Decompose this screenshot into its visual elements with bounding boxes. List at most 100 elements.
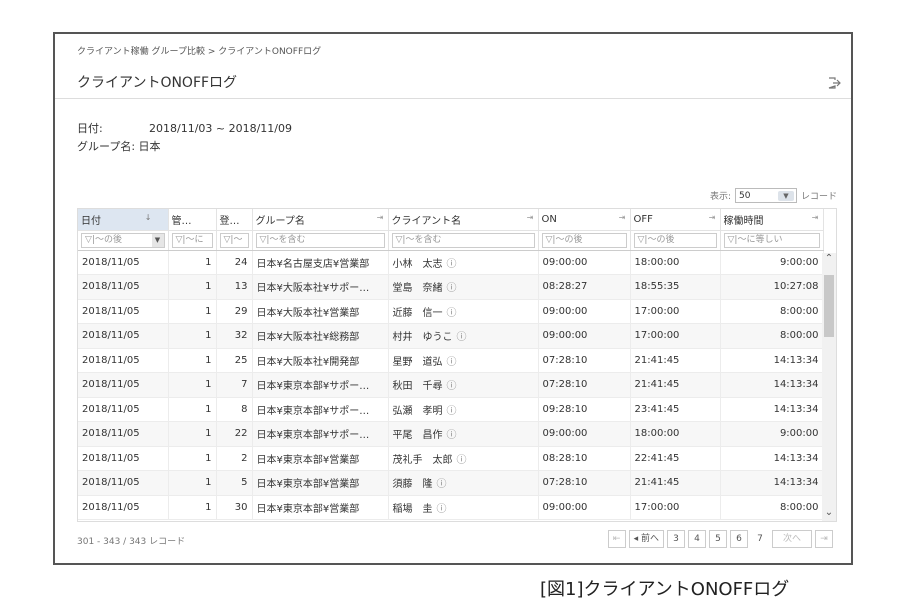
info-icon[interactable]: ⓘ — [447, 283, 457, 294]
column-header[interactable]: グループ名 ⇥ — [252, 209, 389, 231]
next-page-button[interactable]: 次へ — [772, 530, 812, 548]
cell-value: 日本¥東京本部¥営業部 — [256, 454, 360, 466]
column-filter-input[interactable]: ▽|〜の後 — [541, 232, 627, 248]
page-number-button[interactable]: 4 — [688, 530, 706, 548]
vertical-scrollbar[interactable]: ⌃ ⌄ — [822, 253, 836, 521]
column-filter-input[interactable]: ▽|〜に — [171, 232, 213, 248]
info-icon[interactable]: ⓘ — [447, 430, 457, 441]
cell-value: 2018/11/05 — [82, 379, 140, 391]
table-cell: 星野 道弘 ⓘ — [388, 348, 539, 373]
column-header[interactable]: 日付 ↓ — [78, 209, 169, 231]
page-number-button[interactable]: 7 — [751, 530, 769, 548]
table-cell: 9:00:00 — [720, 421, 824, 447]
table-cell: 8:00:00 — [720, 299, 824, 324]
table-row[interactable]: 2018/11/05 1 24 日本¥名古屋支店¥営業部 小林 太志 ⓘ 09:00:00 1… — [78, 250, 824, 275]
page-size-value: 50 — [738, 190, 751, 201]
table-cell: 30 — [216, 495, 253, 520]
column-filter-input[interactable]: ▽|〜の後 ▼ — [81, 232, 165, 248]
pin-icon[interactable]: ⇥ — [812, 213, 819, 222]
table-cell: 21:41:45 — [630, 470, 721, 496]
page-size-unit: レコード — [800, 192, 837, 202]
cell-value: 2018/11/05 — [82, 281, 140, 293]
cell-value: 2018/11/05 — [82, 354, 140, 366]
column-filter-cell: ▽|〜に — [168, 230, 217, 251]
info-icon[interactable]: ⓘ — [457, 332, 467, 343]
column-header[interactable]: 登… — [216, 209, 253, 231]
table-cell: 18:00:00 — [630, 250, 721, 275]
column-filter-input[interactable]: ▽|〜の後 — [633, 232, 717, 248]
filter-placeholder: ▽|〜に等しい — [727, 234, 783, 245]
table-cell: 14:13:34 — [720, 348, 824, 373]
cell-value: 09:00:00 — [542, 501, 588, 513]
prev-page-button[interactable]: ◂ 前へ — [628, 530, 664, 548]
table-row[interactable]: 2018/11/05 1 2 日本¥東京本部¥営業部 茂礼手 太郎 ⓘ 08:28:10 22… — [78, 446, 824, 471]
cell-value: 日本¥大阪本社¥総務部 — [256, 332, 360, 344]
column-filter-input[interactable]: ▽|〜を含む — [255, 232, 385, 248]
table-row[interactable]: 2018/11/05 1 25 日本¥大阪本社¥開発部 星野 道弘 ⓘ 07:28:10 21… — [78, 348, 824, 373]
column-header[interactable]: ON ⇥ — [538, 209, 631, 231]
cell-value: 13 — [234, 281, 248, 293]
app-window: クライアント稼働 グループ比較 > クライアントONOFFログ クライアントON… — [53, 32, 853, 565]
column-filter-input[interactable]: ▽|〜を含む — [391, 232, 535, 248]
scroll-thumb[interactable] — [824, 275, 834, 337]
info-icon[interactable]: ⓘ — [437, 504, 447, 515]
column-header[interactable]: クライアント名 ⇥ — [388, 209, 539, 231]
table-cell: 2018/11/05 — [78, 372, 169, 398]
cell-value: 09:00:00 — [542, 330, 588, 342]
column-header-label: ON — [541, 213, 557, 225]
info-icon[interactable]: ⓘ — [447, 259, 457, 270]
exit-icon[interactable] — [827, 76, 841, 90]
table-cell: 須藤 隆 ⓘ — [388, 470, 539, 496]
column-filter-input[interactable]: ▽|〜 — [219, 232, 249, 248]
column-filter-input[interactable]: ▽|〜に等しい — [723, 232, 820, 248]
cell-value: 18:00:00 — [634, 428, 680, 440]
column-header[interactable]: 稼働時間 ⇥ — [720, 209, 824, 231]
cell-value: 14:13:34 — [773, 354, 819, 366]
pin-icon[interactable]: ⇥ — [527, 213, 534, 222]
table-row[interactable]: 2018/11/05 1 5 日本¥東京本部¥営業部 須藤 隆 ⓘ 07:28:10 21:4… — [78, 470, 824, 496]
cell-value: 星野 道弘 — [392, 356, 443, 368]
page-number-button[interactable]: 6 — [730, 530, 748, 548]
info-icon[interactable]: ⓘ — [447, 357, 457, 368]
table-row[interactable]: 2018/11/05 1 7 日本¥東京本部¥サポー… 秋田 千尋 ⓘ 07:28:10 21… — [78, 372, 824, 398]
table-cell: 秋田 千尋 ⓘ — [388, 372, 539, 398]
table-cell: 堂島 奈緒 ⓘ — [388, 274, 539, 300]
breadcrumb[interactable]: クライアント稼働 グループ比較 > クライアントONOFFログ — [77, 44, 321, 57]
info-icon[interactable]: ⓘ — [437, 479, 447, 490]
table-cell: 8:00:00 — [720, 323, 824, 349]
chevron-down-icon[interactable]: ▼ — [151, 233, 164, 247]
table-row[interactable]: 2018/11/05 1 8 日本¥東京本部¥サポー… 弘瀬 孝明 ⓘ 09:28:10 23… — [78, 397, 824, 422]
table-row[interactable]: 2018/11/05 1 13 日本¥大阪本社¥サポー… 堂島 奈緒 ⓘ 08:28:27 1… — [78, 274, 824, 300]
column-header-label: グループ名 — [255, 215, 305, 227]
info-icon[interactable]: ⓘ — [447, 406, 457, 417]
table-row[interactable]: 2018/11/05 1 32 日本¥大阪本社¥総務部 村井 ゆうこ ⓘ 09:00:00 1… — [78, 323, 824, 349]
cell-value: 1 — [205, 501, 212, 513]
table-row[interactable]: 2018/11/05 1 29 日本¥大阪本社¥営業部 近藤 信一 ⓘ 09:00:00 17… — [78, 299, 824, 324]
scroll-up-icon[interactable]: ⌃ — [822, 253, 836, 267]
pin-icon[interactable]: ⇥ — [709, 213, 716, 222]
info-icon[interactable]: ⓘ — [447, 308, 457, 319]
page-number-button[interactable]: 5 — [709, 530, 727, 548]
pin-icon[interactable]: ⇥ — [619, 213, 626, 222]
column-filter-cell: ▽|〜を含む — [252, 230, 389, 251]
table-cell: 1 — [168, 250, 217, 275]
column-header[interactable]: OFF ⇥ — [630, 209, 721, 231]
first-page-button[interactable]: ⇤ — [607, 530, 626, 548]
table-row[interactable]: 2018/11/05 1 22 日本¥東京本部¥サポー… 平尾 昌作 ⓘ 09:00:00 1… — [78, 421, 824, 447]
info-icon[interactable]: ⓘ — [447, 381, 457, 392]
scroll-down-icon[interactable]: ⌄ — [822, 507, 836, 521]
sort-down-icon[interactable]: ↓ — [145, 213, 152, 222]
pin-icon[interactable]: ⇥ — [377, 213, 384, 222]
table-row[interactable]: 2018/11/05 1 30 日本¥東京本部¥営業部 稲場 圭 ⓘ 09:00:00 17:… — [78, 495, 824, 520]
table-cell: 近藤 信一 ⓘ — [388, 299, 539, 324]
column-header[interactable]: 管… — [168, 209, 217, 231]
table-cell: 弘瀬 孝明 ⓘ — [388, 397, 539, 422]
last-page-button[interactable]: ⇥ — [815, 530, 833, 548]
info-icon[interactable]: ⓘ — [457, 455, 467, 466]
filter-placeholder: ▽|〜に — [175, 234, 204, 245]
table-cell: 1 — [168, 274, 217, 300]
table-cell: 23:41:45 — [630, 397, 721, 422]
table-cell: 2018/11/05 — [78, 495, 169, 520]
page-number-button[interactable]: 3 — [667, 530, 685, 548]
page-size-select[interactable]: 50 ▼ — [734, 188, 797, 203]
